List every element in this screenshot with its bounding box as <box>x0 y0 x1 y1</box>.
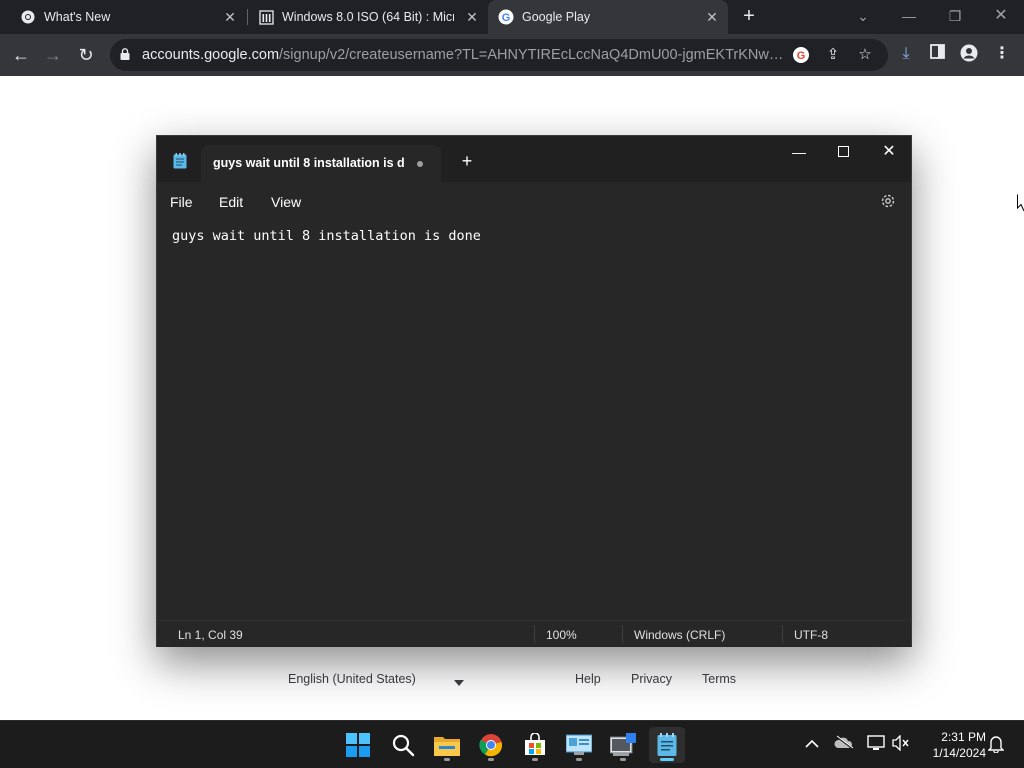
menu-view[interactable]: View <box>271 194 301 210</box>
onedrive-offline-icon[interactable] <box>834 735 854 755</box>
tab-google-play[interactable]: G Google Play ✕ <box>488 0 728 34</box>
settings-gear-icon[interactable] <box>879 192 897 210</box>
windows-start-icon[interactable] <box>340 727 376 763</box>
google-lens-icon[interactable]: G <box>792 46 810 64</box>
tab-whats-new[interactable]: What's New ✕ <box>8 0 246 34</box>
close-tab-icon[interactable]: ✕ <box>222 9 238 25</box>
running-indicator <box>576 758 582 761</box>
cursor-position: Ln 1, Col 39 <box>178 628 243 642</box>
close-window-icon[interactable]: ✕ <box>990 5 1012 27</box>
url-path: /signup/v2/createusername?TL=AHNYTIREcLc… <box>279 47 792 63</box>
notepad-close-icon[interactable]: ✕ <box>874 140 904 164</box>
mouse-cursor-icon <box>1017 194 1024 212</box>
menu-edit[interactable]: Edit <box>219 194 243 210</box>
status-divider <box>534 625 535 643</box>
microsoft-store-icon[interactable] <box>517 727 553 763</box>
notepad-new-tab-button[interactable]: + <box>457 151 477 171</box>
running-indicator <box>444 758 450 761</box>
svg-text:G: G <box>797 50 806 62</box>
forward-arrow-icon[interactable]: → <box>42 44 64 66</box>
back-arrow-icon[interactable]: ← <box>10 44 32 66</box>
url-text: accounts.google.com/signup/v2/createuser… <box>142 47 792 63</box>
google-g-icon: G <box>498 9 514 25</box>
tab-title: Windows 8.0 ISO (64 Bit) : Micro <box>282 10 454 24</box>
line-ending: Windows (CRLF) <box>634 628 726 642</box>
document-content: guys wait until 8 installation is done <box>172 228 481 244</box>
notepad-tab-title: guys wait until 8 installation is d <box>213 156 405 170</box>
browser-toolbar: ← → ↻ accounts.google.com/signup/v2/crea… <box>0 34 1024 76</box>
chrome-menu-icon[interactable]: ⋮ <box>992 44 1012 64</box>
windows-setup-icon[interactable] <box>605 727 641 763</box>
encoding: UTF-8 <box>794 628 828 642</box>
search-icon[interactable] <box>385 727 421 763</box>
help-link[interactable]: Help <box>575 672 601 686</box>
tab-search-chevron-icon[interactable]: ⌄ <box>852 5 874 27</box>
tab-title: Google Play <box>522 10 591 24</box>
notepad-titlebar[interactable]: guys wait until 8 installation is d + — … <box>157 136 911 182</box>
download-icon[interactable]: ⤓ <box>896 44 916 64</box>
notepad-status-bar: Ln 1, Col 39 100% Windows (CRLF) UTF-8 <box>157 620 911 647</box>
clock-date: 1/14/2024 <box>932 746 986 760</box>
show-hidden-icons-chevron-icon[interactable] <box>802 735 822 755</box>
close-tab-icon[interactable]: ✕ <box>464 9 480 25</box>
browser-tab-strip: What's New ✕ Windows 8.0 ISO (64 Bit) : … <box>0 0 1024 34</box>
tab-divider <box>247 9 248 25</box>
terms-link[interactable]: Terms <box>702 672 736 686</box>
restore-window-icon[interactable]: ❐ <box>944 5 966 27</box>
caret-down-icon[interactable] <box>454 675 464 689</box>
control-panel-icon[interactable] <box>561 727 597 763</box>
address-bar[interactable]: accounts.google.com/signup/v2/createuser… <box>110 39 888 71</box>
close-tab-icon[interactable]: ✕ <box>704 9 720 25</box>
notepad-window: guys wait until 8 installation is d + — … <box>156 135 912 647</box>
notepad-minimize-icon[interactable]: — <box>784 140 814 164</box>
museum-icon <box>258 9 274 25</box>
profile-avatar-icon[interactable] <box>959 44 979 64</box>
volume-muted-icon[interactable] <box>891 734 911 755</box>
minimize-window-icon[interactable]: — <box>898 5 920 27</box>
notepad-maximize-icon[interactable] <box>828 140 858 164</box>
language-selector[interactable]: English (United States) <box>288 672 416 686</box>
system-clock[interactable]: 2:31 PM 1/14/2024 <box>920 729 986 761</box>
reload-icon[interactable]: ↻ <box>75 44 97 66</box>
notification-bell-icon[interactable] <box>986 735 1006 755</box>
url-host: accounts.google.com <box>142 47 280 63</box>
menu-file[interactable]: File <box>170 194 193 210</box>
notepad-icon[interactable] <box>649 727 685 763</box>
notepad-text-area[interactable]: guys wait until 8 installation is done <box>157 222 911 620</box>
language-label: English (United States) <box>288 672 416 686</box>
running-indicator <box>660 758 674 761</box>
running-indicator <box>532 758 538 761</box>
file-explorer-icon[interactable] <box>429 727 465 763</box>
tab-windows-iso[interactable]: Windows 8.0 ISO (64 Bit) : Micro ✕ <box>250 0 486 34</box>
tab-title: What's New <box>44 10 111 24</box>
privacy-link[interactable]: Privacy <box>631 672 672 686</box>
running-indicator <box>620 758 626 761</box>
status-divider <box>782 625 783 643</box>
clock-time: 2:31 PM <box>941 730 986 744</box>
network-monitor-icon[interactable] <box>866 735 886 755</box>
taskbar: 2:31 PM 1/14/2024 <box>0 720 1024 768</box>
new-tab-button[interactable]: + <box>738 5 760 27</box>
status-divider <box>622 625 623 643</box>
bookmark-star-icon[interactable]: ☆ <box>856 46 874 64</box>
svg-text:G: G <box>502 12 511 24</box>
chrome-icon <box>20 9 36 25</box>
notepad-menubar: File Edit View <box>157 182 911 222</box>
notepad-document-tab[interactable]: guys wait until 8 installation is d <box>201 145 441 182</box>
unsaved-indicator-icon[interactable] <box>417 161 423 167</box>
notepad-icon <box>173 153 187 169</box>
lock-icon <box>120 48 130 60</box>
chrome-icon[interactable] <box>473 727 509 763</box>
side-panel-icon[interactable] <box>927 44 947 64</box>
running-indicator <box>488 758 494 761</box>
zoom-level: 100% <box>546 628 577 642</box>
share-icon[interactable]: ⇪ <box>824 46 842 64</box>
